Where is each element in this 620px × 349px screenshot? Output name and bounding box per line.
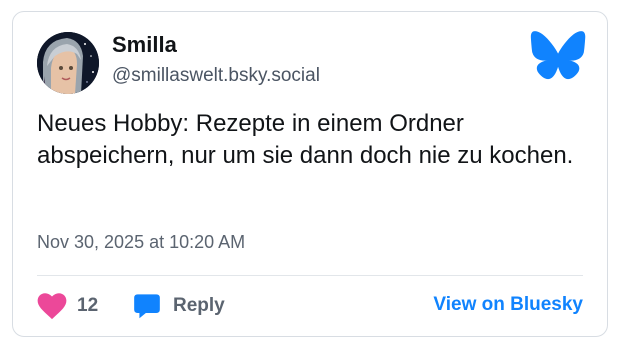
post-card: Smilla @smillaswelt.bsky.social Neues Ho… [12, 11, 608, 337]
action-bar: 12 Reply View on Bluesky [37, 290, 583, 322]
post-timestamp[interactable]: Nov 30, 2025 at 10:20 AM [37, 232, 245, 253]
view-on-bluesky-link[interactable]: View on Bluesky [433, 294, 583, 316]
speech-bubble-icon [134, 294, 160, 319]
author-handle[interactable]: @smillaswelt.bsky.social [112, 65, 320, 87]
author-name[interactable]: Smilla [112, 32, 177, 58]
heart-icon [37, 293, 67, 320]
like-count: 12 [77, 295, 99, 316]
divider [37, 275, 583, 276]
post-text: Neues Hobby: Rezepte in einem Ordner abs… [37, 110, 574, 169]
like-button[interactable]: 12 [37, 290, 98, 322]
avatar-image [37, 32, 99, 94]
reply-button[interactable]: Reply [133, 290, 225, 322]
bluesky-butterfly-icon[interactable] [530, 30, 586, 80]
reply-label: Reply [173, 295, 225, 316]
avatar[interactable] [37, 32, 99, 94]
